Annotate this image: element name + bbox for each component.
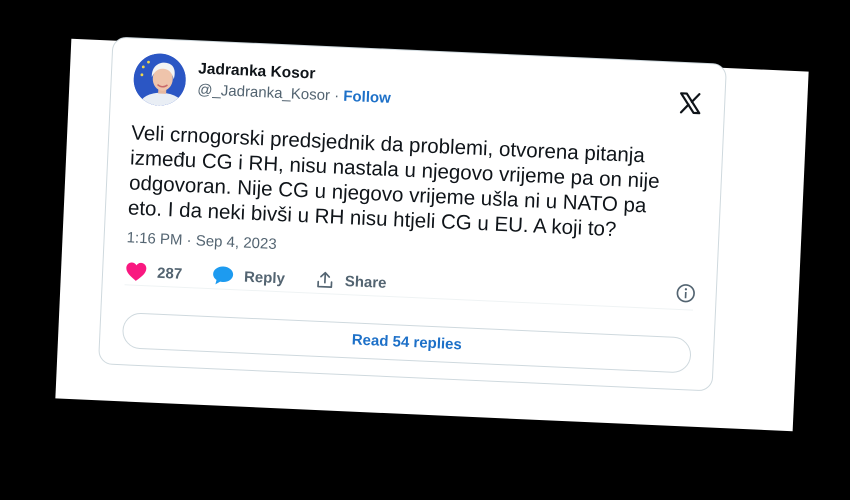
reply-button[interactable]: Reply: [212, 265, 286, 288]
reply-bubble-icon: [213, 266, 234, 285]
tweet-card: Jadranka Kosor @_Jadranka_Kosor · Follow…: [98, 36, 727, 392]
info-icon[interactable]: [675, 283, 696, 304]
like-count: 287: [156, 264, 183, 283]
tweet-text: Veli crnogorski predsjednik da problemi,…: [127, 121, 661, 242]
share-label: Share: [344, 272, 387, 292]
tweet-header: Jadranka Kosor @_Jadranka_Kosor · Follow: [132, 52, 707, 133]
author-block: Jadranka Kosor @_Jadranka_Kosor · Follow: [197, 59, 392, 110]
share-upload-icon: [317, 271, 333, 288]
photo-background: Jadranka Kosor @_Jadranka_Kosor · Follow…: [0, 0, 850, 500]
reply-label: Reply: [243, 268, 286, 287]
x-logo-icon[interactable]: [678, 91, 703, 116]
avatar[interactable]: [132, 52, 187, 107]
read-replies-button[interactable]: Read 54 replies: [121, 312, 692, 374]
heart-icon: [126, 262, 147, 281]
handle-separator: ·: [329, 87, 344, 105]
like-button[interactable]: 287: [125, 261, 183, 284]
author-handle[interactable]: @_Jadranka_Kosor: [197, 81, 330, 104]
follow-link[interactable]: Follow: [343, 88, 391, 107]
tweet-timestamp[interactable]: 1:16 PM · Sep 4, 2023: [126, 228, 277, 255]
avatar-portrait-icon: [132, 52, 187, 107]
share-button[interactable]: Share: [314, 270, 387, 293]
